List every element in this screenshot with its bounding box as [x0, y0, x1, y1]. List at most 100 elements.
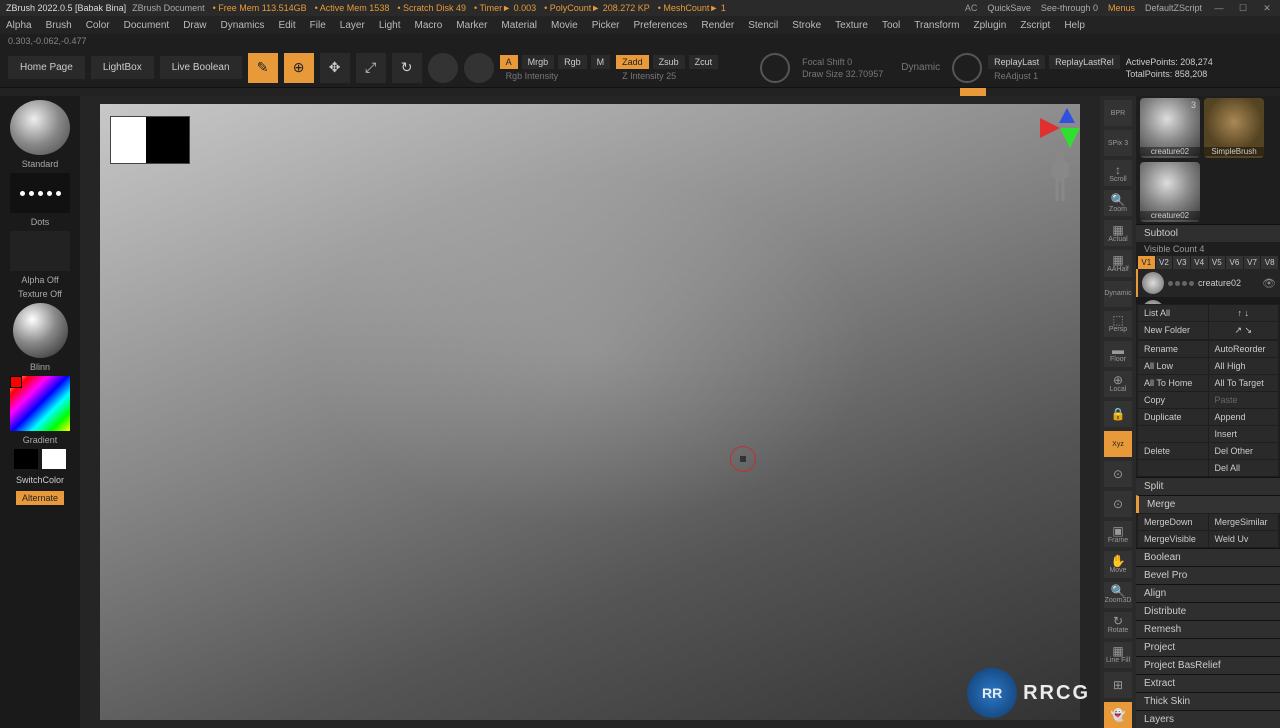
thick-skin-section[interactable]: Thick Skin [1136, 692, 1280, 710]
alpha-selector[interactable] [10, 231, 70, 271]
alternate-button[interactable]: Alternate [16, 491, 64, 505]
nav-axes-icon[interactable] [1040, 108, 1080, 148]
menu-picker[interactable]: Picker [592, 20, 620, 31]
dynamic-gauge-icon[interactable] [952, 53, 982, 83]
menus-toggle[interactable]: Menus [1108, 3, 1135, 13]
m-button[interactable]: M [591, 55, 611, 69]
paste-button[interactable]: Paste [1209, 392, 1279, 408]
zoom-button[interactable]: 🔍Zoom [1104, 190, 1132, 216]
menu-tool[interactable]: Tool [882, 20, 900, 31]
menu-color[interactable]: Color [86, 20, 110, 31]
menu-file[interactable]: File [310, 20, 326, 31]
subtool-header[interactable]: Subtool [1136, 224, 1280, 242]
view-v5[interactable]: V5 [1209, 256, 1226, 269]
scroll-button[interactable]: ↕Scroll [1104, 160, 1132, 186]
tool-thumb-1[interactable]: 3 creature02 [1140, 98, 1200, 158]
duplicate-button[interactable]: Duplicate [1138, 409, 1208, 425]
rotate-mode-button[interactable]: ↻ [392, 53, 422, 83]
newfolder-button[interactable]: New Folder [1138, 322, 1208, 339]
local-button[interactable]: ⊕Local [1104, 371, 1132, 397]
menu-movie[interactable]: Movie [551, 20, 578, 31]
edit-mode-button[interactable]: ✎ [248, 53, 278, 83]
visibility-eye-icon[interactable]: 👁 [1262, 277, 1276, 290]
z-intensity-label[interactable]: Z Intensity 25 [616, 71, 718, 81]
menu-alpha[interactable]: Alpha [6, 20, 32, 31]
actual-button[interactable]: ▦Actual [1104, 220, 1132, 246]
split-header[interactable]: Split [1136, 477, 1280, 495]
color-swatch-black[interactable] [14, 449, 38, 469]
floor-button[interactable]: ▬Floor [1104, 341, 1132, 367]
menu-material[interactable]: Material [501, 20, 537, 31]
move-cam-button[interactable]: ✋Move [1104, 551, 1132, 577]
append-button[interactable]: Append [1209, 409, 1279, 425]
del-other-button[interactable]: Del Other [1209, 443, 1279, 459]
menu-layer[interactable]: Layer [340, 20, 365, 31]
menu-stroke[interactable]: Stroke [792, 20, 821, 31]
menu-macro[interactable]: Macro [415, 20, 443, 31]
view-v8[interactable]: V8 [1261, 256, 1278, 269]
center-button[interactable]: ⊙ [1104, 461, 1132, 487]
weld-uv-button[interactable]: Weld Uv [1209, 531, 1279, 547]
menu-document[interactable]: Document [124, 20, 170, 31]
tool-thumb-2[interactable]: SimpleBrush [1204, 98, 1264, 158]
quicksave-button[interactable]: QuickSave [987, 3, 1031, 13]
view-v1[interactable]: V1 [1138, 256, 1155, 269]
bevel-pro-section[interactable]: Bevel Pro [1136, 566, 1280, 584]
zoom3d-button[interactable]: 🔍Zoom3D [1104, 582, 1132, 608]
switchcolor-button[interactable]: SwitchColor [10, 473, 70, 487]
view-v4[interactable]: V4 [1191, 256, 1208, 269]
newfolder-arrows[interactable]: ↗ ↘ [1209, 322, 1279, 339]
layers-section[interactable]: Layers [1136, 710, 1280, 728]
bpr-button[interactable]: BPR [1104, 100, 1132, 126]
gradient-label[interactable]: Gradient [23, 435, 58, 445]
close-icon[interactable]: ✕ [1260, 1, 1274, 15]
focal-gauge-icon[interactable] [760, 53, 790, 83]
view-v2[interactable]: V2 [1156, 256, 1173, 269]
zadd-button[interactable]: Zadd [616, 55, 649, 69]
listall-button[interactable]: List All [1138, 305, 1208, 321]
default-zscript[interactable]: DefaultZScript [1145, 3, 1202, 13]
menu-dynamics[interactable]: Dynamics [221, 20, 265, 31]
rotate-cam-button[interactable]: ↻Rotate [1104, 612, 1132, 638]
menu-preferences[interactable]: Preferences [633, 20, 687, 31]
menu-draw[interactable]: Draw [183, 20, 206, 31]
minimize-icon[interactable]: — [1212, 1, 1226, 15]
lightbox-button[interactable]: LightBox [91, 56, 154, 79]
persp-button[interactable]: ⬚Persp [1104, 311, 1132, 337]
project-section[interactable]: Project [1136, 638, 1280, 656]
subtool-dots-icon[interactable] [1168, 281, 1194, 286]
all-high-button[interactable]: All High [1209, 358, 1279, 374]
focal-shift[interactable]: Focal Shift 0 [796, 57, 889, 67]
frame-button[interactable]: ▣Frame [1104, 521, 1132, 547]
project-basrelief-section[interactable]: Project BasRelief [1136, 656, 1280, 674]
merge-header[interactable]: Merge [1136, 495, 1280, 513]
menu-light[interactable]: Light [379, 20, 401, 31]
boolean-section[interactable]: Boolean [1136, 548, 1280, 566]
mrgb-button[interactable]: Mrgb [522, 55, 555, 69]
timeline-slider[interactable] [0, 88, 1280, 96]
autoreorder-button[interactable]: AutoReorder [1209, 341, 1279, 357]
rgb-button[interactable]: Rgb [558, 55, 587, 69]
dynamic-label[interactable]: Dynamic [895, 62, 946, 73]
draw-mode-button[interactable]: ⊕ [284, 53, 314, 83]
menu-marker[interactable]: Marker [456, 20, 487, 31]
mergedown-button[interactable]: MergeDown [1138, 514, 1208, 530]
ghost-button[interactable]: 👻 [1104, 702, 1132, 728]
reference-thumb[interactable] [110, 116, 190, 164]
spix-button[interactable]: SPix 3 [1104, 130, 1132, 156]
a-toggle[interactable]: A [500, 55, 518, 69]
dynamic-button[interactable]: Dynamic [1104, 281, 1132, 307]
del-all-button[interactable]: Del All [1209, 460, 1279, 476]
extract-section[interactable]: Extract [1136, 674, 1280, 692]
view-v3[interactable]: V3 [1173, 256, 1190, 269]
view-v6[interactable]: V6 [1226, 256, 1243, 269]
mergesimilar-button[interactable]: MergeSimilar [1209, 514, 1279, 530]
brush-selector[interactable] [10, 100, 70, 155]
color-picker[interactable] [10, 376, 70, 431]
listall-arrows[interactable]: ↑ ↓ [1209, 305, 1279, 321]
color-swatch-white[interactable] [42, 449, 66, 469]
maximize-icon[interactable]: ☐ [1236, 1, 1250, 15]
texture-selector[interactable] [13, 303, 68, 358]
xyz-button[interactable]: Xyz [1104, 431, 1132, 457]
home-page-button[interactable]: Home Page [8, 56, 85, 79]
